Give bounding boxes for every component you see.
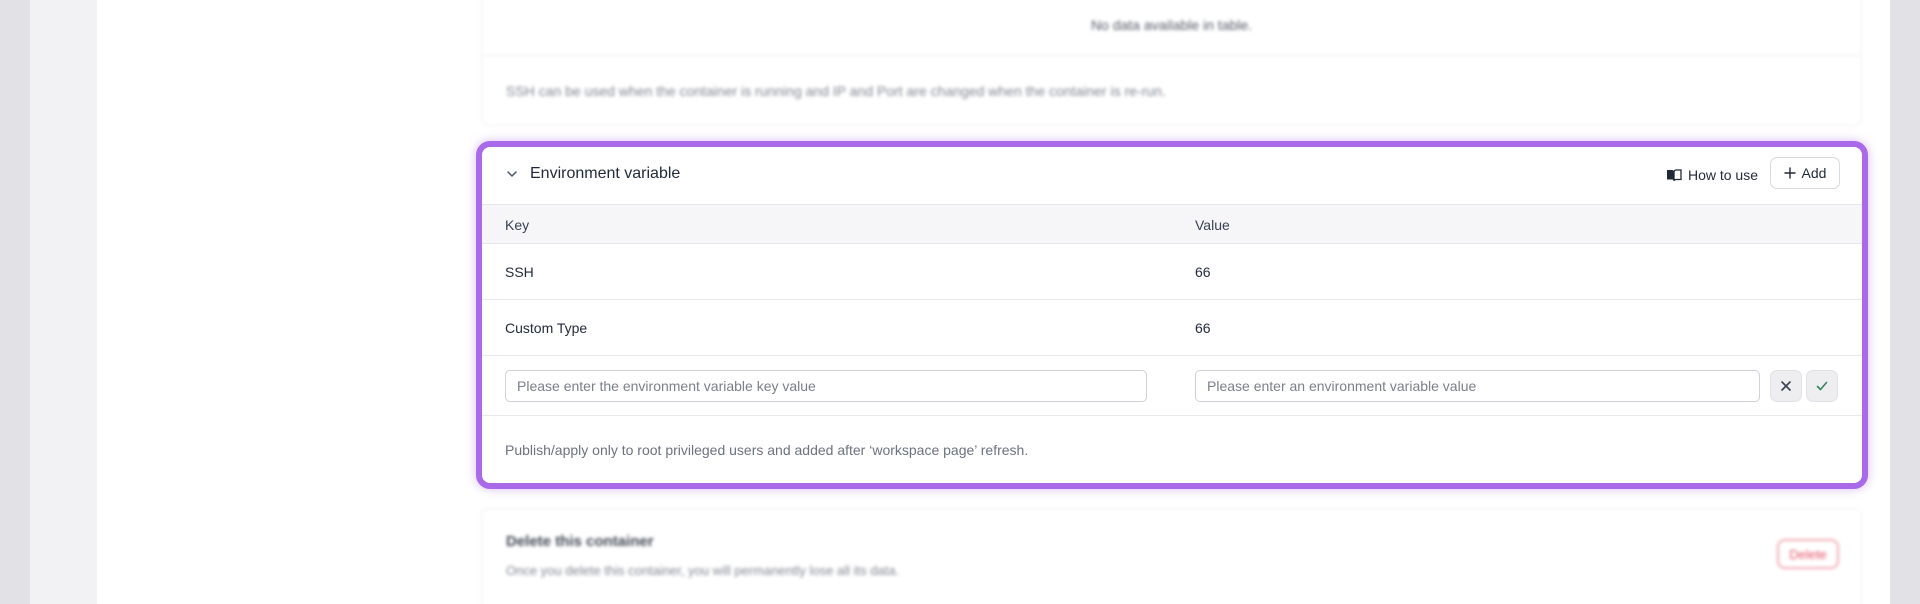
sidebar-backdrop [30,0,97,604]
row-value: 66 [1195,264,1211,280]
delete-button[interactable]: Delete [1777,539,1839,569]
add-variable-button[interactable]: Add [1770,157,1840,189]
ssh-card: No data available in table. SSH can be u… [481,0,1862,126]
column-header-value: Value [1195,217,1230,233]
table-row: Custom Type 66 [482,300,1862,356]
table-header: Key Value [482,204,1862,244]
env-card-header: Environment variable How to use Add [482,147,1862,204]
plus-icon [1783,167,1796,179]
chevron-down-icon[interactable] [505,167,519,181]
env-value-input[interactable] [1195,370,1760,402]
delete-title: Delete this container [506,533,654,550]
confirm-button[interactable] [1806,370,1838,402]
env-key-input[interactable] [505,370,1147,402]
env-card-title: Environment variable [530,165,681,182]
add-label: Add [1801,165,1827,181]
ssh-note: SSH can be used when the container is ru… [506,83,1166,99]
delete-description: Once you delete this container, you will… [506,563,900,578]
left-rail [0,0,30,604]
book-open-icon [1666,169,1682,182]
row-value: 66 [1195,320,1211,336]
delete-container-card: Delete this container Once you delete th… [481,508,1862,604]
row-key: SSH [505,264,534,280]
right-rail [1890,0,1920,604]
check-icon [1816,381,1828,391]
env-footnote: Publish/apply only to root privileged us… [505,442,1029,458]
cancel-button[interactable] [1770,370,1802,402]
table-row: SSH 66 [482,244,1862,300]
ssh-empty-text: No data available in table. [1090,17,1253,33]
ssh-divider [482,55,1861,56]
how-to-use-link[interactable]: How to use [1666,165,1758,185]
environment-variable-card: Environment variable How to use Add Key … [476,141,1868,489]
how-to-use-label: How to use [1687,167,1758,183]
close-icon [1781,381,1791,391]
new-variable-row [482,356,1862,416]
column-header-key: Key [505,217,530,233]
row-key: Custom Type [505,320,588,336]
